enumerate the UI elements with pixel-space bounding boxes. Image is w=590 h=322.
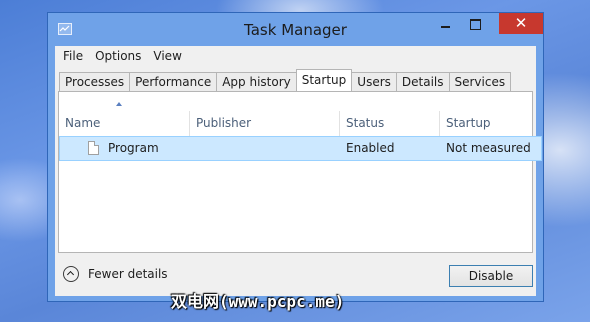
tab-startup[interactable]: Startup (295, 69, 353, 91)
client-area: File Options View Processes Performance … (55, 46, 542, 296)
menu-options[interactable]: Options (89, 46, 147, 67)
chevron-up-icon[interactable] (63, 266, 79, 282)
tab-app-history[interactable]: App history (216, 72, 297, 91)
row-status: Enabled (346, 141, 395, 155)
column-header-startup-impact[interactable]: Startup impact (446, 111, 532, 155)
table-row[interactable]: Program Enabled Not measured (59, 136, 542, 161)
column-divider[interactable] (339, 111, 340, 136)
maximize-button[interactable] (462, 13, 490, 34)
title-bar[interactable]: Task Manager ✕ (48, 13, 543, 47)
sort-ascending-icon (116, 102, 122, 106)
column-header-status[interactable]: Status (346, 111, 384, 136)
menu-bar: File Options View (55, 46, 536, 67)
row-startup-impact: Not measured (446, 141, 531, 155)
tab-processes[interactable]: Processes (59, 72, 131, 91)
disable-button[interactable]: Disable (449, 265, 533, 287)
tab-performance[interactable]: Performance (129, 72, 218, 91)
column-header-name[interactable]: Name (65, 111, 100, 136)
watermark-text: 双电网(www.pcpc.me) (171, 292, 345, 311)
tab-services[interactable]: Services (448, 72, 512, 91)
document-icon (88, 141, 99, 155)
tab-strip: Processes Performance App history Startu… (59, 69, 512, 91)
task-manager-window: Task Manager ✕ File Options View Process… (47, 12, 544, 302)
minimize-button[interactable] (432, 13, 460, 34)
minimize-icon (441, 26, 450, 28)
fewer-details-toggle[interactable]: Fewer details (63, 266, 168, 282)
close-button[interactable]: ✕ (499, 13, 543, 34)
tab-details[interactable]: Details (395, 72, 450, 91)
column-divider[interactable] (189, 111, 190, 136)
row-name: Program (108, 141, 159, 155)
menu-view[interactable]: View (147, 46, 187, 67)
menu-file[interactable]: File (57, 46, 89, 67)
column-header-publisher[interactable]: Publisher (196, 111, 251, 136)
fewer-details-label[interactable]: Fewer details (88, 267, 168, 281)
maximize-icon (470, 19, 481, 30)
close-icon: ✕ (514, 14, 528, 32)
column-divider[interactable] (439, 111, 440, 136)
startup-panel: Name Publisher Status Startup impact Pro… (58, 91, 542, 253)
tab-users[interactable]: Users (351, 72, 397, 91)
